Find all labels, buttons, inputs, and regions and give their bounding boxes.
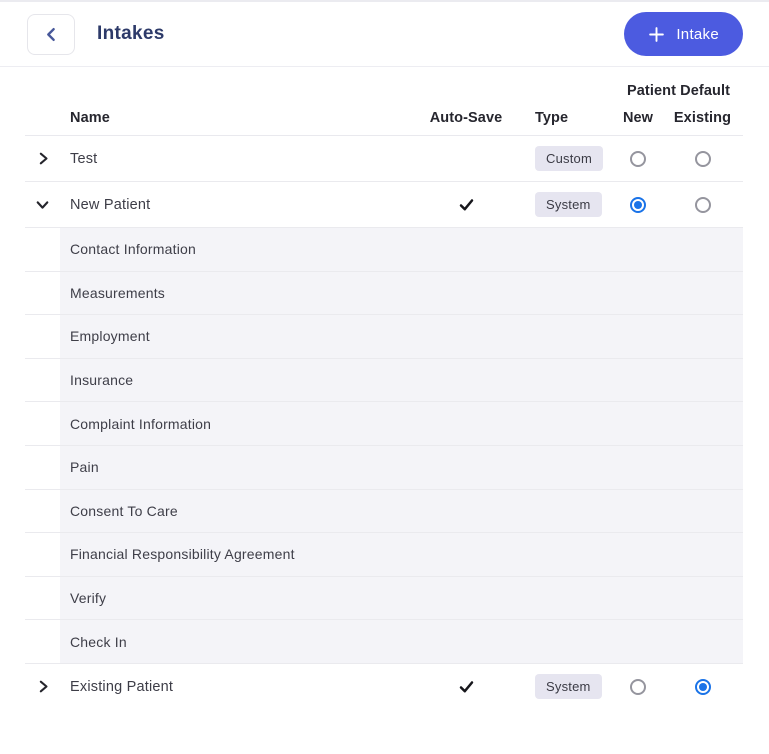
intake-section-row: Verify <box>25 576 743 621</box>
section-name: Financial Responsibility Agreement <box>60 533 743 576</box>
type-cell: System <box>512 664 614 710</box>
intake-section-row: Contact Information <box>25 228 743 272</box>
default-existing-cell <box>662 664 743 710</box>
intake-section-row: Check In <box>25 620 743 664</box>
intake-name: Existing Patient <box>70 678 174 695</box>
section-expander-spacer <box>25 577 60 620</box>
table-header: Patient Default Name Auto-Save Type New … <box>25 67 743 136</box>
default-existing-radio[interactable] <box>694 150 711 167</box>
back-button[interactable] <box>27 13 75 55</box>
intake-section-row: Employment <box>25 315 743 359</box>
expand-row-button[interactable] <box>31 147 55 171</box>
intake-name: New Patient <box>70 196 151 213</box>
intake-section-row: Complaint Information <box>25 402 743 446</box>
default-new-cell <box>614 664 662 710</box>
default-new-radio[interactable] <box>630 678 646 695</box>
column-group-patient-default: Patient Default <box>626 83 730 99</box>
auto-save-cell <box>420 136 512 181</box>
section-expander-spacer <box>25 620 60 663</box>
plus-icon <box>648 26 665 43</box>
section-name: Consent To Care <box>60 489 743 533</box>
table-body: Test Custom New Patient System Contact Infor… <box>25 136 743 710</box>
section-name: Measurements <box>60 271 743 315</box>
section-name: Employment <box>60 315 743 358</box>
section-name: Insurance <box>60 358 743 402</box>
default-new-radio[interactable] <box>630 196 646 213</box>
column-header-existing: Existing <box>673 110 732 126</box>
type-badge: System <box>535 674 602 700</box>
section-name: Contact Information <box>60 228 743 271</box>
section-expander-spacer <box>25 359 60 402</box>
auto-save-cell <box>420 182 512 227</box>
section-name: Pain <box>60 445 743 489</box>
type-cell: Custom <box>512 136 614 181</box>
intake-section-row: Consent To Care <box>25 489 743 534</box>
expand-row-button[interactable] <box>31 675 55 699</box>
default-new-radio[interactable] <box>630 150 646 167</box>
column-header-type: Type <box>535 110 569 126</box>
section-expander-spacer <box>25 446 60 489</box>
intake-section-row: Financial Responsibility Agreement <box>25 533 743 577</box>
default-existing-cell <box>662 182 743 227</box>
default-new-cell <box>614 136 662 181</box>
intake-name: Test <box>70 150 98 167</box>
check-icon <box>458 679 475 695</box>
default-existing-radio[interactable] <box>694 196 711 213</box>
section-expander-spacer <box>25 272 60 315</box>
chevron-right-icon <box>36 679 50 694</box>
page-header: Intakes Intake <box>0 2 769 67</box>
intakes-table: Patient Default Name Auto-Save Type New … <box>0 67 769 710</box>
section-name: Verify <box>60 576 743 620</box>
auto-save-cell <box>420 664 512 710</box>
column-header-name: Name <box>70 110 110 126</box>
section-name: Check In <box>60 620 743 663</box>
intake-row: New Patient System <box>25 182 743 228</box>
intake-section-row: Pain <box>25 445 743 490</box>
intake-section-row: Insurance <box>25 358 743 403</box>
add-intake-button-label: Intake <box>676 25 719 43</box>
chevron-right-icon <box>36 151 50 166</box>
type-badge: Custom <box>535 146 603 171</box>
type-cell: System <box>512 182 614 227</box>
section-expander-spacer <box>25 490 60 533</box>
column-header-auto-save: Auto-Save <box>429 110 503 126</box>
chevron-down-icon <box>35 198 50 212</box>
default-new-cell <box>614 182 662 227</box>
intake-row: Existing Patient System <box>25 663 743 710</box>
section-expander-spacer <box>25 533 60 576</box>
type-badge: System <box>535 192 602 217</box>
section-expander-spacer <box>25 228 60 271</box>
section-expander-spacer <box>25 402 60 445</box>
intake-row: Test Custom <box>25 136 743 182</box>
default-existing-radio[interactable] <box>694 678 711 695</box>
section-expander-spacer <box>25 315 60 358</box>
chevron-left-icon <box>43 26 60 43</box>
column-header-new: New <box>622 110 654 126</box>
collapse-row-button[interactable] <box>31 193 55 217</box>
check-icon <box>458 197 475 213</box>
page-title: Intakes <box>97 23 165 44</box>
intake-section-row: Measurements <box>25 271 743 316</box>
section-name: Complaint Information <box>60 402 743 445</box>
add-intake-button[interactable]: Intake <box>624 12 743 56</box>
default-existing-cell <box>662 136 743 181</box>
